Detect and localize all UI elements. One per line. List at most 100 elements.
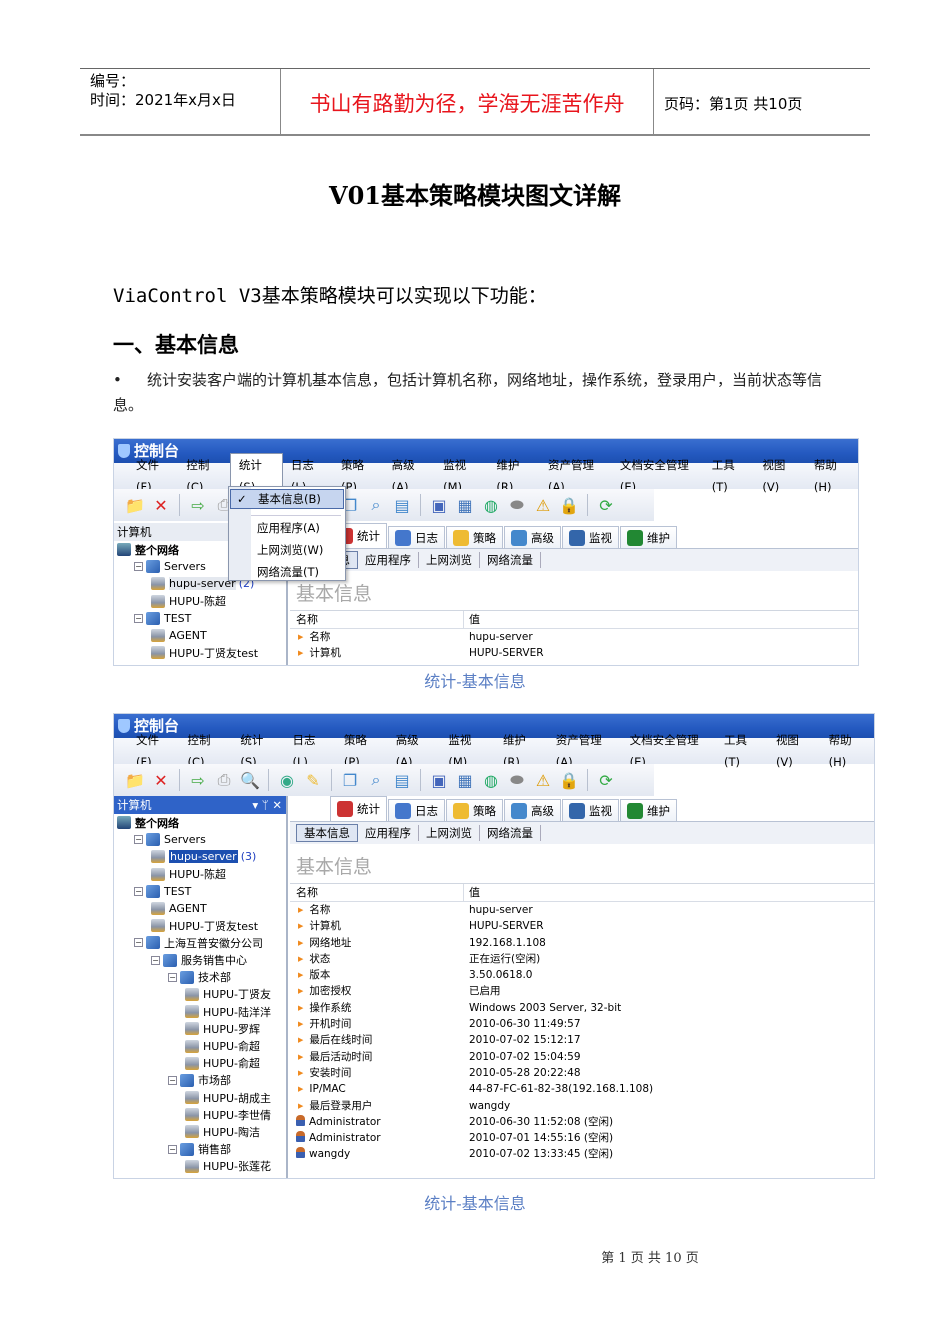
tab-policy[interactable]: 策略: [446, 799, 503, 821]
table-row[interactable]: Administrator 2010-07-01 14:55:16 (空闲): [290, 1130, 874, 1146]
table-row[interactable]: ▶ 加密授权 已启用: [290, 983, 874, 999]
window-icon[interactable]: ▦: [454, 769, 476, 791]
tree-item[interactable]: hupu-server (3): [114, 848, 286, 865]
table-row[interactable]: ▶ 计算机 HUPU-SERVER: [290, 645, 858, 661]
tab-log[interactable]: 日志: [388, 526, 445, 548]
folder-add-icon[interactable]: 📁: [124, 769, 146, 791]
computers-icon[interactable]: ▣: [428, 494, 450, 516]
tab-advanced[interactable]: 高级: [504, 526, 561, 548]
delete-icon[interactable]: ✕: [150, 494, 172, 516]
tree-item[interactable]: − Servers: [114, 831, 286, 848]
menu-item-web-browsing[interactable]: 上网浏览(W): [257, 542, 323, 558]
tree-item[interactable]: HUPU-李世倩: [114, 1106, 286, 1123]
collapse-icon[interactable]: −: [168, 1144, 177, 1154]
globe-icon[interactable]: ◉: [276, 769, 298, 791]
tab-maintenance[interactable]: 维护: [620, 799, 677, 821]
ie-icon[interactable]: ◍: [480, 769, 502, 791]
tree-item[interactable]: HUPU-胡成主: [114, 1089, 286, 1106]
tree-item[interactable]: − 技术部: [114, 969, 286, 986]
menu-item[interactable]: 工具(T): [704, 454, 755, 498]
collapse-icon[interactable]: −: [134, 613, 143, 623]
doc-icon[interactable]: ▤: [391, 494, 413, 516]
tree-item[interactable]: HUPU-陈超: [114, 593, 286, 610]
refresh-icon[interactable]: ⟳: [595, 769, 617, 791]
table-row[interactable]: ▶ 网络地址 192.168.1.108: [290, 935, 874, 951]
col-name[interactable]: 名称: [290, 884, 464, 901]
collapse-icon[interactable]: −: [168, 972, 177, 982]
table-row[interactable]: ▶ 名称 hupu-server: [290, 902, 874, 918]
table-row[interactable]: ▶ 版本 3.50.0618.0: [290, 967, 874, 983]
menu-item[interactable]: 帮助(H): [821, 729, 874, 773]
menu-item[interactable]: 帮助(H): [806, 454, 858, 498]
tab-log[interactable]: 日志: [388, 799, 445, 821]
table-row[interactable]: ▶ 操作系统 Windows 2003 Server, 32-bit: [290, 1000, 874, 1016]
disk-icon[interactable]: ⬬: [506, 769, 528, 791]
table-row[interactable]: Administrator 2010-06-30 11:52:08 (空闲): [290, 1114, 874, 1130]
table-row[interactable]: ▶ 最后在线时间 2010-07-02 15:12:17: [290, 1032, 874, 1048]
table-row[interactable]: ▶ 名称 hupu-server: [290, 629, 858, 645]
refresh-icon[interactable]: ⟳: [595, 494, 617, 516]
subtab[interactable]: 网络流量: [480, 825, 541, 841]
collapse-icon[interactable]: −: [134, 835, 143, 845]
subtab[interactable]: 上网浏览: [419, 825, 480, 841]
table-row[interactable]: ▶ 安装时间 2010-05-28 20:22:48: [290, 1065, 874, 1081]
tree-item[interactable]: HUPU-陶洁: [114, 1123, 286, 1140]
doc-icon[interactable]: ▤: [391, 769, 413, 791]
tab-maintenance[interactable]: 维护: [620, 526, 677, 548]
col-value[interactable]: 值: [464, 611, 480, 628]
subtab[interactable]: 上网浏览: [419, 552, 480, 568]
window-icon[interactable]: ▦: [454, 494, 476, 516]
tree-item[interactable]: AGENT: [114, 900, 286, 917]
tree-item[interactable]: HUPU-张莲花: [114, 1158, 286, 1175]
disk-icon[interactable]: ⬬: [506, 494, 528, 516]
tab-monitor[interactable]: 监视: [562, 526, 619, 548]
search-doc-icon[interactable]: ⌕: [365, 769, 387, 791]
tree-item[interactable]: HUPU-俞超: [114, 1037, 286, 1054]
menu-item[interactable]: 视图(V): [768, 729, 821, 773]
table-row[interactable]: ▶ 开机时间 2010-06-30 11:49:57: [290, 1016, 874, 1032]
collapse-icon[interactable]: −: [151, 955, 160, 965]
menu-item[interactable]: 视图(V): [754, 454, 805, 498]
menu-item-applications[interactable]: 应用程序(A): [257, 520, 320, 536]
tab-advanced[interactable]: 高级: [504, 799, 561, 821]
tree-item[interactable]: HUPU-陈超: [114, 866, 286, 883]
table-row[interactable]: ▶ 最后登录用户 wangdy: [290, 1098, 874, 1114]
collapse-icon[interactable]: −: [134, 562, 143, 572]
copy-icon[interactable]: ❐: [339, 769, 361, 791]
table-row[interactable]: ▶ 状态 正在运行(空闲): [290, 951, 874, 967]
tree-item[interactable]: − 上海互普安徽分公司: [114, 934, 286, 951]
subtab[interactable]: 应用程序: [358, 552, 419, 568]
tab-policy[interactable]: 策略: [446, 526, 503, 548]
tree-item[interactable]: − 市场部: [114, 1072, 286, 1089]
tree-item[interactable]: HUPU-俞超: [114, 1055, 286, 1072]
tree-item[interactable]: HUPU-陆洋洋: [114, 1003, 286, 1020]
lock-icon[interactable]: 🔒: [558, 769, 580, 791]
tree-item[interactable]: HUPU-丁贤友test: [114, 644, 286, 661]
import-icon[interactable]: ⇨: [187, 494, 209, 516]
collapse-icon[interactable]: −: [134, 886, 143, 896]
subtab[interactable]: 基本信息: [296, 824, 358, 842]
tree-item[interactable]: HUPU-罗辉: [114, 1020, 286, 1037]
menu-item[interactable]: 工具(T): [716, 729, 768, 773]
lock-icon[interactable]: 🔒: [558, 494, 580, 516]
search-doc-icon[interactable]: ⌕: [365, 494, 387, 516]
import-icon[interactable]: ⇨: [187, 769, 209, 791]
warning-icon[interactable]: ⚠: [532, 769, 554, 791]
panel-controls[interactable]: ▾ ᛘ ✕: [252, 796, 282, 814]
tab-monitor[interactable]: 监视: [562, 799, 619, 821]
delete-icon[interactable]: ✕: [150, 769, 172, 791]
menu-item-network-traffic[interactable]: 网络流量(T): [257, 564, 319, 580]
table-row[interactable]: ▶ 最后活动时间 2010-07-02 15:04:59: [290, 1049, 874, 1065]
tree-item[interactable]: AGENT: [114, 627, 286, 644]
collapse-icon[interactable]: −: [168, 1075, 177, 1085]
table-row[interactable]: wangdy 2010-07-02 13:33:45 (空闲): [290, 1146, 874, 1162]
tree-item[interactable]: HUPU-丁贤友test: [114, 917, 286, 934]
menu-item-basic-info[interactable]: ✓ 基本信息(B): [230, 489, 344, 509]
table-row[interactable]: ▶ IP/MAC 44-87-FC-61-82-38(192.168.1.108): [290, 1081, 874, 1097]
tab-chart[interactable]: 统计: [330, 796, 387, 821]
tree-item[interactable]: HUPU-丁贤友: [114, 986, 286, 1003]
print-icon[interactable]: ⎙: [213, 769, 235, 791]
tree-item[interactable]: − TEST: [114, 883, 286, 900]
note-icon[interactable]: ✎: [302, 769, 324, 791]
tree-item[interactable]: − 销售部: [114, 1141, 286, 1158]
